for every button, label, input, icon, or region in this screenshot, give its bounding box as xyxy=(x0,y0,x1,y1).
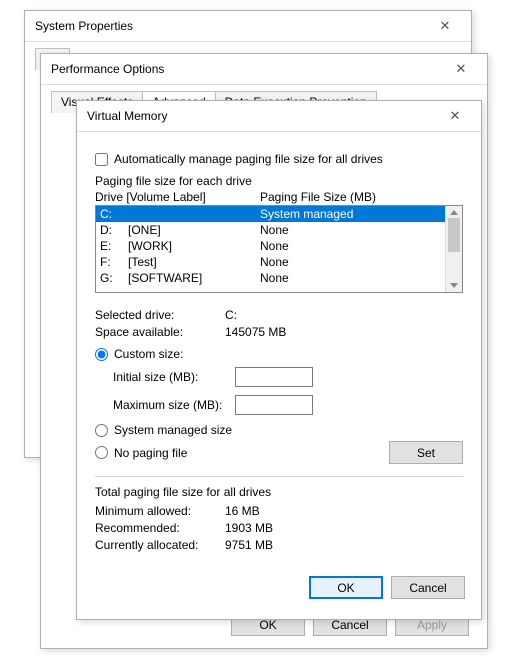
auto-manage-label[interactable]: Automatically manage paging file size fo… xyxy=(114,152,383,166)
selected-drive-value: C: xyxy=(225,307,237,324)
drive-letter: G: xyxy=(100,270,128,286)
separator xyxy=(95,476,463,477)
no-paging-label[interactable]: No paging file xyxy=(114,446,187,460)
drive-listbox[interactable]: C:System managedD:[ONE]NoneE:[WORK]NoneF… xyxy=(95,205,463,293)
currently-allocated-label: Currently allocated: xyxy=(95,537,225,554)
space-available-label: Space available: xyxy=(95,324,225,341)
virtual-memory-dialog: Virtual Memory ✕ Automatically manage pa… xyxy=(76,100,482,620)
no-paging-radio[interactable] xyxy=(95,446,108,459)
min-allowed-label: Minimum allowed: xyxy=(95,503,225,520)
drive-row[interactable]: C: System managed xyxy=(96,206,446,222)
maximum-size-label: Maximum size (MB): xyxy=(113,398,235,412)
drive-list-header: Drive [Volume Label] Paging File Size (M… xyxy=(95,190,463,204)
cancel-button[interactable]: Cancel xyxy=(391,576,465,599)
recommended-value: 1903 MB xyxy=(225,520,273,537)
drive-label xyxy=(128,206,260,222)
drive-label: [WORK] xyxy=(128,238,260,254)
currently-allocated-value: 9751 MB xyxy=(225,537,273,554)
titlebar: Performance Options ✕ xyxy=(41,54,487,85)
dialog-title: Virtual Memory xyxy=(87,109,435,123)
custom-size-label[interactable]: Custom size: xyxy=(114,347,183,361)
maximum-size-input[interactable] xyxy=(235,395,313,415)
auto-manage-checkbox[interactable] xyxy=(95,153,108,166)
initial-size-label: Initial size (MB): xyxy=(113,370,235,384)
drive-paging-size: System managed xyxy=(260,206,442,222)
header-size: Paging File Size (MB) xyxy=(260,190,376,204)
drive-paging-size: None xyxy=(260,270,442,286)
drive-label: [ONE] xyxy=(128,222,260,238)
system-managed-radio[interactable] xyxy=(95,424,108,437)
header-drive: Drive [Volume Label] xyxy=(95,190,260,204)
min-allowed-value: 16 MB xyxy=(225,503,260,520)
close-icon[interactable]: ✕ xyxy=(425,18,465,34)
drive-row[interactable]: G:[SOFTWARE]None xyxy=(96,270,446,286)
window-title: Performance Options xyxy=(51,62,441,76)
recommended-label: Recommended: xyxy=(95,520,225,537)
system-managed-label[interactable]: System managed size xyxy=(114,423,232,437)
drive-row[interactable]: E:[WORK]None xyxy=(96,238,446,254)
drive-paging-size: None xyxy=(260,238,442,254)
drive-letter: D: xyxy=(100,222,128,238)
drive-label: [Test] xyxy=(128,254,260,270)
drive-row[interactable]: F:[Test]None xyxy=(96,254,446,270)
totals-heading: Total paging file size for all drives xyxy=(95,485,463,499)
custom-size-radio[interactable] xyxy=(95,348,108,361)
set-button[interactable]: Set xyxy=(389,441,463,464)
window-title: System Properties xyxy=(35,19,425,33)
initial-size-input[interactable] xyxy=(235,367,313,387)
scrollbar-thumb[interactable] xyxy=(448,218,460,252)
drive-label: [SOFTWARE] xyxy=(128,270,260,286)
drive-paging-size: None xyxy=(260,254,442,270)
drive-letter: F: xyxy=(100,254,128,270)
section-label: Paging file size for each drive xyxy=(95,174,463,188)
drive-letter: E: xyxy=(100,238,128,254)
selected-drive-label: Selected drive: xyxy=(95,307,225,324)
space-available-value: 145075 MB xyxy=(225,324,286,341)
drive-paging-size: None xyxy=(260,222,442,238)
scrollbar[interactable] xyxy=(445,206,462,292)
close-icon[interactable]: ✕ xyxy=(441,61,481,77)
titlebar: Virtual Memory ✕ xyxy=(77,101,481,132)
drive-row[interactable]: D:[ONE]None xyxy=(96,222,446,238)
titlebar: System Properties ✕ xyxy=(25,11,471,42)
drive-letter: C: xyxy=(100,206,128,222)
ok-button[interactable]: OK xyxy=(309,576,383,599)
close-icon[interactable]: ✕ xyxy=(435,108,475,124)
